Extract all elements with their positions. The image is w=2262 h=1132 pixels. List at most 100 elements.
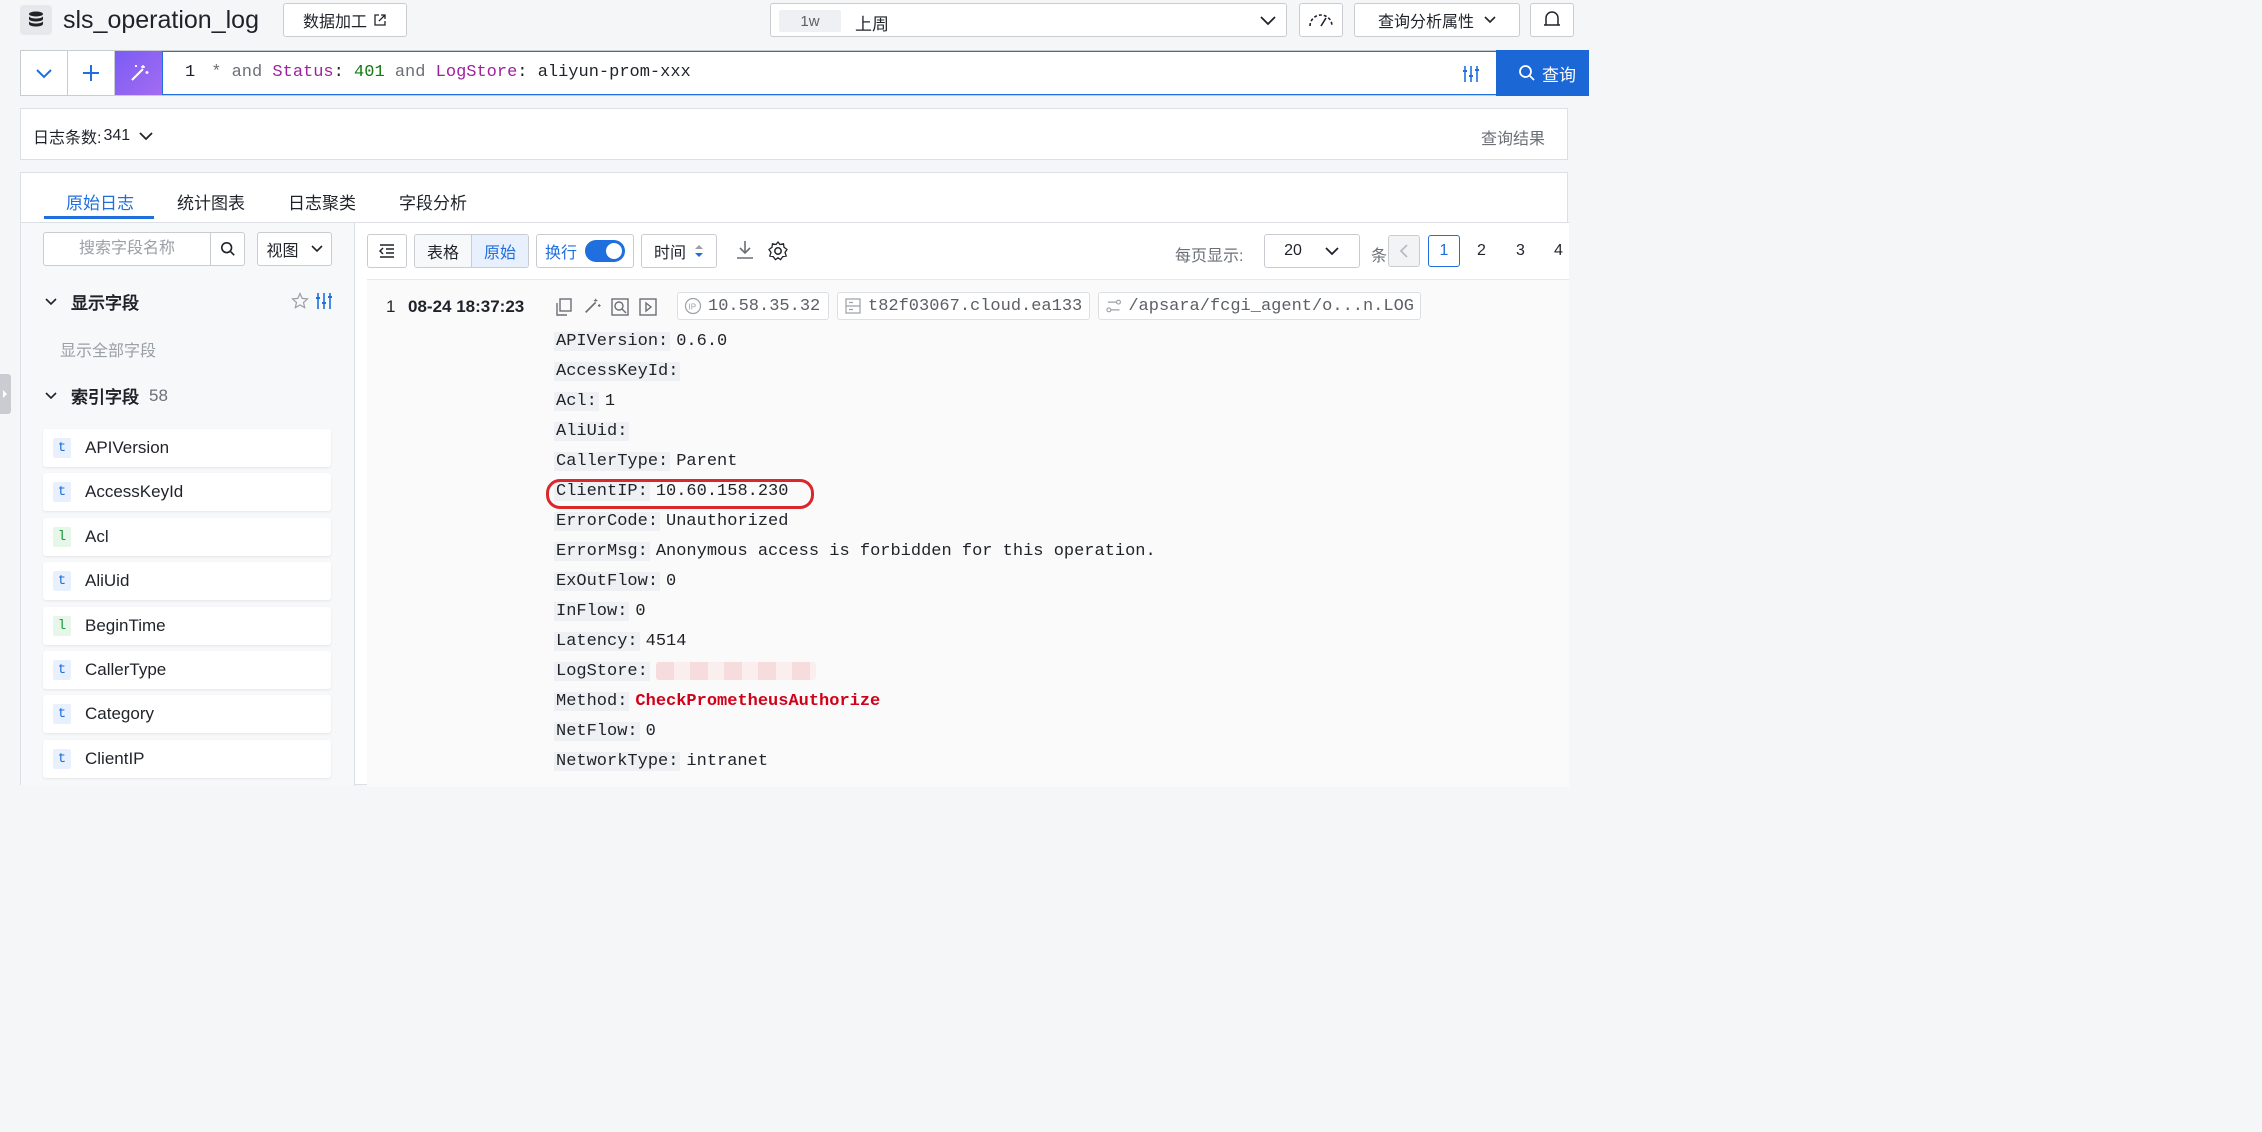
sidebar-collapse-handle[interactable] [0,374,11,414]
field-name: Acl [85,526,109,546]
field-search-button[interactable] [210,232,245,266]
wrap-toggle-control[interactable]: 换行 [536,234,634,268]
chevron-down-icon [1484,16,1496,24]
log-field-value[interactable]: 0 [666,572,676,591]
page-2-button[interactable]: 2 [1477,242,1486,260]
tab-statistics-chart[interactable]: 统计图表 [177,189,245,214]
query-input[interactable]: 1 * and Status: 401 and LogStore: aliyun-… [162,51,1497,95]
star-icon[interactable] [291,292,309,310]
query-attributes-button[interactable]: 查询分析属性 [1354,3,1520,37]
index-fields-header[interactable]: 索引字段 58 [45,383,168,408]
raw-view-button[interactable]: 原始 [472,235,528,267]
log-field-value[interactable]: Unauthorized [666,512,788,531]
index-field-item[interactable]: t AliUid [43,562,331,601]
chevron-down-icon [310,245,323,253]
index-field-item[interactable]: l Acl [43,517,331,556]
log-field-key[interactable]: AccessKeyId: [554,362,681,381]
log-field-row: Acl: 1 [554,387,1156,417]
time-range-select[interactable]: 1w 上周 [770,3,1287,37]
log-field-key[interactable]: ExOutFlow: [554,572,661,591]
log-field-key[interactable]: NetFlow: [554,722,640,741]
chevron-left-icon [1399,244,1408,258]
context-browse-icon[interactable] [610,297,630,317]
view-mode-toggle: 表格 原始 [414,234,529,268]
tab-log-clustering[interactable]: 日志聚类 [288,189,356,214]
data-process-button[interactable]: 数据加工 [283,3,407,37]
log-field-key[interactable]: CallerType: [554,452,671,471]
log-field-key[interactable]: NetworkType: [554,752,681,771]
log-field-value[interactable]: intranet [686,752,768,771]
plus-icon [83,65,99,81]
refresh-speed-button[interactable] [1299,3,1343,37]
add-query-button[interactable] [68,51,115,95]
query-line-number: 1 [185,63,196,82]
log-field-key[interactable]: APIVersion: [554,332,671,351]
log-field-value[interactable]: Anonymous access is forbidden for this o… [656,542,1156,561]
query-token: LogStore [435,63,518,82]
query-bar: 1 * and Status: 401 and LogStore: aliyun-… [20,50,1589,96]
search-button[interactable]: 查询 [1496,50,1589,96]
query-token: and [231,63,263,82]
log-field-value[interactable]: 10.60.158.230 [656,482,789,501]
per-page-select[interactable]: 20 [1264,234,1360,268]
log-field-key[interactable]: Method: [554,692,630,711]
log-field-value[interactable]: Parent [676,452,737,471]
wrap-switch[interactable] [585,240,625,262]
log-field-key[interactable]: LogStore: [554,662,650,681]
table-view-button[interactable]: 表格 [415,235,472,267]
query-token: Status [272,63,334,82]
prev-page-button[interactable] [1388,235,1420,267]
log-field-value[interactable]: 4514 [646,632,687,651]
log-field-value[interactable]: 0 [646,722,656,741]
sort-icon [695,245,703,257]
display-fields-header[interactable]: 显示字段 [45,289,139,314]
copilot-button[interactable] [115,51,162,95]
gear-icon[interactable] [767,240,789,262]
alert-button[interactable] [1530,3,1574,37]
field-settings-icon[interactable] [314,291,334,311]
log-field-key[interactable]: InFlow: [554,602,630,621]
log-count-toggle[interactable]: 日志条数: 341 [33,124,154,148]
log-field-key[interactable]: ClientIP: [554,482,650,501]
view-select[interactable]: 视图 [257,232,332,266]
magic-wand-icon[interactable] [582,296,602,316]
field-search-input[interactable]: 搜索字段名称 [43,232,211,266]
index-field-item[interactable]: t AccessKeyId [43,473,331,512]
source-ip-chip[interactable]: IP 10.58.35.32 [677,292,829,320]
query-history-toggle[interactable] [21,51,68,95]
index-field-item[interactable]: t Category [43,695,331,734]
page-3-button[interactable]: 3 [1516,242,1525,260]
source-ip-value: 10.58.35.32 [708,296,821,316]
query-result-label: 查询结果 [1481,131,1546,148]
copy-icon[interactable] [554,297,574,317]
log-field-key[interactable]: Latency: [554,632,640,651]
query-filter-icon[interactable] [1461,64,1481,84]
log-field-row: Latency: 4514 [554,627,1156,657]
tab-raw-logs[interactable]: 原始日志 [66,189,134,214]
log-field-value[interactable]: 0 [635,602,645,621]
time-sort-button[interactable]: 时间 [641,234,717,268]
field-type-badge: t [53,748,71,769]
log-field-value[interactable]: 0.6.0 [676,332,727,351]
hostname-chip[interactable]: t82f03067.cloud.ea133 [837,292,1090,320]
download-icon[interactable] [735,239,755,261]
log-field-key[interactable]: ErrorMsg: [554,542,650,561]
index-field-item[interactable]: l BeginTime [43,606,331,645]
tab-field-analysis[interactable]: 字段分析 [399,189,467,214]
live-tail-icon[interactable] [638,297,658,317]
collapse-sidebar-button[interactable] [367,234,407,268]
log-field-key[interactable]: ErrorCode: [554,512,661,531]
show-all-fields-link[interactable]: 显示全部字段 [60,337,156,361]
log-field-key[interactable]: AliUid: [554,422,630,441]
page-1-button[interactable]: 1 [1428,235,1460,267]
gauge-icon [1309,14,1333,27]
log-field-value[interactable]: 1 [605,392,615,411]
index-field-item[interactable]: t ClientIP [43,739,331,778]
log-field-row: ClientIP: 10.60.158.230 [546,477,1156,509]
index-field-item[interactable]: t APIVersion [43,429,331,467]
log-field-key[interactable]: Acl: [554,392,599,411]
index-field-item[interactable]: t CallerType [43,651,331,689]
page-4-button[interactable]: 4 [1554,242,1563,260]
log-field-value[interactable]: CheckPrometheusAuthorize [635,692,880,711]
file-path-chip[interactable]: /apsara/fcgi_agent/o...n.LOG [1098,292,1421,320]
